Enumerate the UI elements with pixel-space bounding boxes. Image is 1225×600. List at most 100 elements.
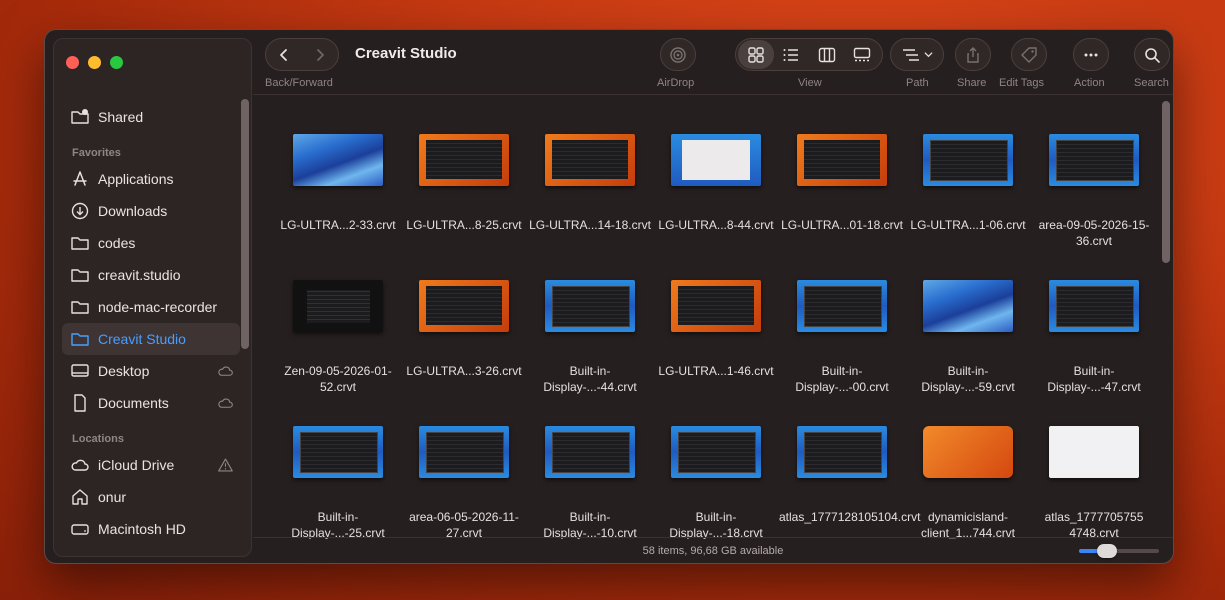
icon-view-button[interactable] bbox=[738, 40, 774, 69]
cloud-icon bbox=[218, 366, 233, 376]
file-name: LG-ULTRA...1-06.crvt bbox=[910, 218, 1026, 232]
file-name: atlas_1777705755 4748.crvt bbox=[1044, 510, 1144, 539]
file-item[interactable]: area-06-05-2026-11-27.crvt bbox=[401, 397, 527, 539]
sidebar-item-creavit-studio[interactable]: Creavit Studio bbox=[62, 545, 240, 556]
view-label: View bbox=[798, 77, 822, 89]
sidebar-item-label: Downloads bbox=[98, 203, 168, 219]
sidebar-item-onur[interactable]: onur bbox=[62, 481, 240, 513]
search-icon bbox=[1145, 47, 1160, 63]
slider-knob[interactable] bbox=[1097, 544, 1117, 558]
file-item[interactable]: atlas_1777705755 4748.crvt bbox=[1031, 397, 1157, 539]
file-name: LG-ULTRA...01-18.crvt bbox=[781, 218, 903, 232]
file-item[interactable]: LG-ULTRA...1-46.crvt bbox=[653, 251, 779, 397]
zoom-button[interactable] bbox=[110, 56, 123, 69]
file-name: Built-in-Display-...-44.crvt bbox=[543, 364, 637, 394]
file-name: Zen-09-05-2026-01-52.crvt bbox=[284, 364, 392, 394]
file-thumbnail-area bbox=[1049, 105, 1139, 215]
file-item[interactable]: LG-ULTRA...3-26.crvt bbox=[401, 251, 527, 397]
file-item[interactable]: dynamicisland-client_1...744.crvt bbox=[905, 397, 1031, 539]
applications-icon bbox=[70, 169, 90, 189]
search-button[interactable] bbox=[1134, 38, 1170, 71]
file-item[interactable]: LG-ULTRA...14-18.crvt bbox=[527, 105, 653, 251]
sidebar-scrollbar[interactable] bbox=[241, 99, 249, 349]
columns-icon bbox=[818, 47, 835, 62]
file-item[interactable]: area-09-05-2026-15-36.crvt bbox=[1031, 105, 1157, 251]
sidebar-item-codes[interactable]: codes bbox=[62, 227, 240, 259]
warning-icon bbox=[218, 458, 233, 472]
share-button[interactable] bbox=[955, 38, 991, 71]
icloud-icon bbox=[70, 455, 90, 475]
file-thumbnail-area bbox=[293, 251, 383, 361]
icon-size-slider[interactable] bbox=[1079, 544, 1159, 558]
back-icon[interactable] bbox=[277, 48, 291, 62]
file-name: dynamicisland-client_1...744.crvt bbox=[920, 510, 1016, 539]
close-button[interactable] bbox=[66, 56, 79, 69]
sidebar-item-shared[interactable]: Shared bbox=[62, 101, 240, 133]
edit-tags-button[interactable] bbox=[1011, 38, 1047, 71]
column-view-button[interactable] bbox=[809, 40, 845, 69]
list-view-button[interactable] bbox=[774, 40, 810, 69]
file-thumbnail bbox=[545, 280, 635, 332]
file-item[interactable]: LG-ULTRA...8-25.crvt bbox=[401, 105, 527, 251]
view-switcher bbox=[735, 38, 883, 71]
file-item[interactable]: Built-in-Display-...-00.crvt bbox=[779, 251, 905, 397]
file-item[interactable]: LG-ULTRA...8-44.crvt bbox=[653, 105, 779, 251]
content-scrollbar[interactable] bbox=[1162, 101, 1170, 263]
sidebar-item-icloud-drive[interactable]: iCloud Drive bbox=[62, 449, 240, 481]
file-thumbnail bbox=[797, 134, 887, 186]
file-thumbnail bbox=[923, 134, 1013, 186]
sidebar-item-node-mac-recorder[interactable]: node-mac-recorder bbox=[62, 291, 240, 323]
file-thumbnail bbox=[419, 280, 509, 332]
sidebar-item-creavit-studio[interactable]: Creavit Studio bbox=[62, 323, 240, 355]
more-icon bbox=[1084, 53, 1098, 56]
file-thumbnail-area bbox=[419, 105, 509, 215]
path-label: Path bbox=[906, 77, 929, 89]
cloud-icon bbox=[218, 398, 233, 408]
gallery-icon bbox=[854, 47, 871, 61]
file-item[interactable]: Built-in-Display-...-10.crvt bbox=[527, 397, 653, 539]
sidebar-section-header: Locations bbox=[72, 433, 124, 445]
forward-icon[interactable] bbox=[313, 48, 327, 62]
file-item[interactable]: Built-in-Display-...-44.crvt bbox=[527, 251, 653, 397]
file-item[interactable]: Zen-09-05-2026-01-52.crvt bbox=[275, 251, 401, 397]
file-thumbnail-area bbox=[797, 251, 887, 361]
path-button[interactable] bbox=[890, 38, 944, 71]
file-thumbnail bbox=[419, 134, 509, 186]
folder-icon bbox=[70, 297, 90, 317]
file-thumbnail-area bbox=[293, 397, 383, 507]
file-name: LG-ULTRA...1-46.crvt bbox=[658, 364, 774, 378]
airdrop-button[interactable] bbox=[660, 38, 696, 71]
folder-icon bbox=[70, 233, 90, 253]
sidebar-item-documents[interactable]: Documents bbox=[62, 387, 240, 419]
action-button[interactable] bbox=[1073, 38, 1109, 71]
document-icon bbox=[70, 393, 90, 413]
file-thumbnail bbox=[545, 426, 635, 478]
sidebar-section-header: Favorites bbox=[72, 147, 121, 159]
sidebar-item-desktop[interactable]: Desktop bbox=[62, 355, 240, 387]
file-name: Built-in-Display-...-59.crvt bbox=[921, 364, 1015, 394]
minimize-button[interactable] bbox=[88, 56, 101, 69]
sidebar-item-downloads[interactable]: Downloads bbox=[62, 195, 240, 227]
edit-tags-label: Edit Tags bbox=[999, 77, 1045, 89]
gallery-view-button[interactable] bbox=[845, 40, 881, 69]
file-item[interactable]: Built-in-Display-...-47.crvt bbox=[1031, 251, 1157, 397]
sidebar-item-label: Shared bbox=[98, 109, 144, 125]
sidebar-item-label: Applications bbox=[98, 171, 174, 187]
sidebar-item-macintosh-hd[interactable]: Macintosh HD bbox=[62, 513, 240, 545]
file-item[interactable]: atlas_1777128105104.crvt bbox=[779, 397, 920, 539]
file-item[interactable]: LG-ULTRA...1-06.crvt bbox=[905, 105, 1031, 251]
file-item[interactable]: LG-ULTRA...2-33.crvt bbox=[275, 105, 401, 251]
sidebar-item-applications[interactable]: Applications bbox=[62, 163, 240, 195]
file-item[interactable]: Built-in-Display-...-59.crvt bbox=[905, 251, 1031, 397]
downloads-icon bbox=[70, 201, 90, 221]
file-thumbnail bbox=[923, 280, 1013, 332]
file-thumbnail-area bbox=[671, 105, 761, 215]
sidebar-item-creavit-studio[interactable]: creavit.studio bbox=[62, 259, 240, 291]
file-item[interactable]: LG-ULTRA...01-18.crvt bbox=[779, 105, 905, 251]
file-item[interactable]: Built-in-Display-...-25.crvt bbox=[275, 397, 401, 539]
file-grid: LG-ULTRA...2-33.crvt LG-ULTRA...8-25.crvt… bbox=[275, 105, 1157, 539]
grid-icon bbox=[748, 46, 764, 63]
file-thumbnail-area bbox=[1049, 397, 1139, 507]
file-item[interactable]: Built-in-Display-...-18.crvt bbox=[653, 397, 779, 539]
file-thumbnail-area bbox=[671, 397, 761, 507]
